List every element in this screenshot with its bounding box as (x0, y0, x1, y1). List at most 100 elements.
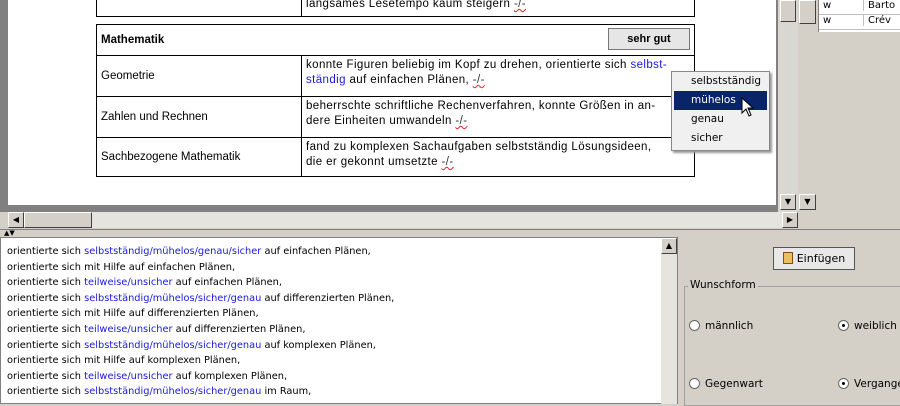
value-text: dere Einheiten umwandeln (306, 115, 456, 127)
radio-label: weiblich (854, 320, 897, 332)
arrow-down-icon: ▼ (784, 197, 792, 206)
phrase-line[interactable]: orientierte sich selbstständig/mühelos/g… (7, 244, 659, 260)
math-table: Mathematik sehr gut Geometrie konnte Fig… (96, 24, 695, 177)
value-text: beherrschte schriftliche Rechenverfahren… (306, 100, 656, 112)
scroll-down-button[interactable]: ▼ (799, 194, 816, 210)
phrase-line[interactable]: orientierte sich mit Hilfe auf differenz… (7, 306, 659, 322)
placeholder-marker: -/- (441, 156, 454, 168)
list-cell: w (819, 15, 864, 26)
radio-label: männlich (705, 320, 754, 332)
top-table: langsames Lesetempo kaum steigern -/- (96, 0, 695, 17)
phrase-text: auf differenzierten Plänen, (261, 292, 395, 304)
subject-zahlen: Zahlen und Rechnen (96, 96, 302, 138)
phrase-variants[interactable]: selbstständig/mühelos/sicher/genau (84, 293, 261, 304)
phrase-text: im Raum, (261, 386, 312, 398)
scroll-down-button[interactable]: ▼ (780, 194, 796, 210)
value-text: auf einfachen Plänen, (345, 74, 473, 86)
phrase-line[interactable]: orientierte sich selbstständig/mühelos/s… (7, 291, 659, 307)
value-text: die er gekonnt umsetzte (306, 156, 442, 168)
document-horizontal-scrollbar[interactable]: ◀ ▶ (8, 212, 798, 228)
variant-link[interactable]: ständig (306, 74, 346, 86)
document-page[interactable]: langsames Lesetempo kaum steigern -/- Ma… (8, 0, 776, 205)
phrase-text: auf einfachen Plänen, (172, 277, 282, 289)
radio-weiblich[interactable]: weiblich (838, 319, 897, 332)
radio-gegenwart[interactable]: Gegenwart (689, 377, 763, 390)
list-cell: Crév (868, 15, 891, 26)
phrase-variants[interactable]: teilweise/unsicher (84, 371, 172, 382)
phrase-variants[interactable]: teilweise/unsicher (84, 277, 172, 288)
insert-button-label: Einfügen (796, 252, 846, 265)
radio-circle-icon (689, 377, 700, 389)
subject-sach: Sachbezogene Mathematik (96, 137, 302, 177)
phrase-text: orientierte sich (7, 246, 85, 257)
phrase-line[interactable]: orientierte sich teilweise/unsicher auf … (7, 369, 659, 385)
list-item[interactable]: w Barto (819, 0, 900, 15)
list-item[interactable]: w Crév (819, 15, 900, 30)
phrase-text: orientierte sich (7, 323, 85, 335)
scroll-thumb[interactable] (780, 0, 796, 22)
radio-circle-icon (689, 319, 700, 331)
top-value-cell[interactable]: langsames Lesetempo kaum steigern -/- (301, 0, 695, 17)
scroll-left-button[interactable]: ◀ (8, 212, 24, 228)
phrase-variants[interactable]: teilweise/unsicher (84, 324, 172, 335)
section-header: Mathematik sehr gut (96, 24, 695, 56)
value-text: konnte Figuren beliebig im Kopf zu drehe… (306, 59, 631, 71)
phrase-line[interactable]: orientierte sich selbstständig/mühelos/s… (7, 384, 659, 400)
phrase-text: orientierte sich mit Hilfe auf differenz… (7, 308, 259, 320)
splitter[interactable]: ▲▼ (0, 229, 900, 237)
popup-item[interactable]: sicher (674, 129, 767, 148)
value-sach[interactable]: fand zu komplexen Sachaufgaben selbststä… (301, 137, 695, 177)
radio-label: Vergangenheit (854, 378, 900, 390)
scroll-right-button[interactable]: ▶ (782, 212, 798, 228)
top-subject-cell (96, 0, 302, 17)
list-cell: w (819, 0, 864, 11)
variant-link[interactable]: selbst- (630, 59, 667, 71)
splitter-grip-icon: ▲▼ (4, 229, 15, 237)
placeholder-marker: -/- (455, 115, 468, 127)
scroll-up-button[interactable]: ▲ (661, 238, 677, 254)
phrase-variants[interactable]: selbstständig/mühelos/sicher/genau (84, 340, 261, 351)
phrase-list-scrollbar[interactable]: ▲ (661, 238, 677, 404)
insert-button[interactable]: Einfügen (773, 247, 855, 270)
value-geometrie[interactable]: konnte Figuren beliebig im Kopf zu drehe… (301, 55, 695, 97)
phrase-line[interactable]: orientierte sich teilweise/unsicher auf … (7, 275, 659, 291)
placeholder-marker: -/- (513, 0, 527, 10)
scroll-thumb[interactable] (799, 0, 816, 24)
phrase-text: orientierte sich (7, 370, 85, 382)
suggestion-popup: selbstständig mühelos genau sicher (671, 71, 770, 151)
phrase-variants[interactable]: selbstständig/mühelos/genau/sicher (84, 246, 261, 257)
radio-checked-icon (838, 319, 849, 331)
list-cell: Barto (868, 0, 896, 11)
phrase-line[interactable]: orientierte sich selbstständig/mühelos/s… (7, 338, 659, 354)
clipboard-icon (782, 252, 793, 264)
grade-button[interactable]: sehr gut (608, 28, 690, 50)
radio-maennlich[interactable]: männlich (689, 319, 754, 332)
scroll-thumb[interactable] (24, 212, 92, 228)
arrow-up-icon: ▲ (665, 241, 673, 250)
group-label: Wunschform (688, 279, 758, 291)
phrase-variants[interactable]: selbstständig/mühelos/sicher/genau (84, 386, 261, 397)
phrase-text: auf komplexen Plänen, (261, 339, 376, 351)
phrase-text: orientierte sich (7, 292, 85, 304)
names-list[interactable]: w Barto w Crév (818, 0, 900, 32)
phrase-text: orientierte sich mit Hilfe auf einfachen… (7, 261, 236, 273)
outer-vertical-scrollbar[interactable]: ▼ (798, 0, 818, 228)
phrase-line[interactable]: orientierte sich teilweise/unsicher auf … (7, 322, 659, 338)
options-panel: Einfügen Wunschform männlich weiblich Ge… (680, 237, 900, 406)
radio-vergangenheit[interactable]: Vergangenheit (838, 377, 900, 390)
phrase-line[interactable]: orientierte sich mit Hilfe auf komplexen… (7, 353, 659, 369)
phrase-text: orientierte sich mit Hilfe auf komplexen… (7, 355, 241, 367)
placeholder-marker: -/- (472, 74, 485, 86)
phrase-line[interactable]: orientierte sich mit Hilfe auf einfachen… (7, 260, 659, 276)
phrase-text: orientierte sich (7, 277, 85, 289)
top-fragment: langsames Lesetempo kaum steigern (306, 0, 511, 10)
document-vertical-scrollbar[interactable]: ▼ (778, 0, 798, 212)
phrase-text: orientierte sich (7, 339, 85, 351)
radio-checked-icon (838, 377, 849, 389)
value-zahlen[interactable]: beherrschte schriftliche Rechenverfahren… (301, 96, 695, 138)
phrase-list-pane[interactable]: orientierte sich selbstständig/mühelos/g… (0, 237, 678, 404)
phrase-text: orientierte sich (7, 386, 85, 398)
popup-item[interactable]: selbstständig (674, 72, 767, 91)
phrase-text: auf komplexen Plänen, (172, 370, 288, 382)
arrow-right-icon: ▶ (786, 215, 794, 224)
